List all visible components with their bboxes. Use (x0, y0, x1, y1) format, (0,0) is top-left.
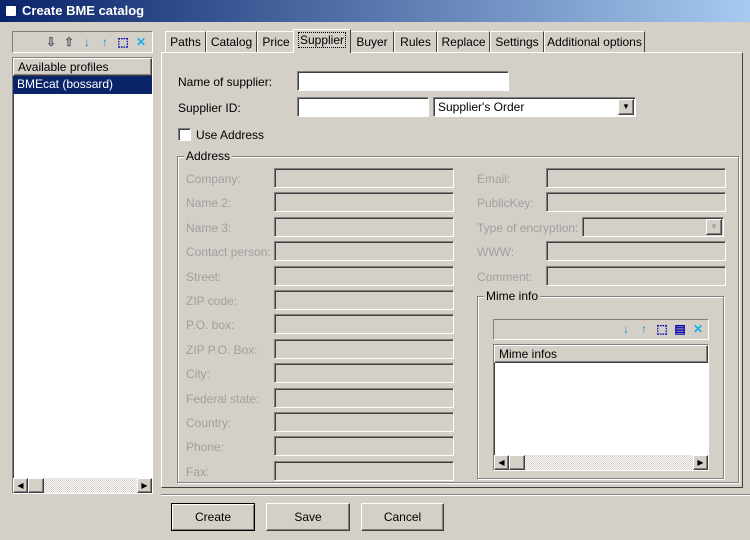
tab-label: Rules (400, 35, 431, 49)
tab-label: Settings (495, 35, 539, 49)
tab-label: Paths (170, 35, 201, 49)
tab-label: Catalog (210, 35, 253, 49)
federal-state-input[interactable] (274, 387, 454, 408)
contact-person-input[interactable] (274, 241, 454, 262)
www-input[interactable] (546, 241, 726, 262)
fax-label: Fax: (186, 464, 210, 479)
profiles-toolbar: ⇩ ⇧ ↓ ↑ ⬚ ✕ (12, 31, 153, 53)
divider (161, 494, 750, 496)
phone-input[interactable] (274, 436, 454, 457)
p-o-box-label: P.O. box: (186, 318, 235, 333)
tab-price[interactable]: Price (257, 31, 295, 52)
tab-label: Buyer (356, 35, 388, 49)
move-down-icon[interactable]: ↓ (78, 33, 96, 51)
publickey-input[interactable] (546, 192, 726, 213)
chevron-down-icon[interactable]: ▼ (618, 99, 634, 115)
address-group-title: Address (184, 149, 233, 163)
export-icon[interactable]: ⇧ (60, 33, 78, 51)
name-2-input[interactable] (274, 192, 454, 213)
import-icon[interactable]: ⇩ (42, 33, 60, 51)
move-up-icon[interactable]: ↑ (635, 320, 653, 338)
list-item[interactable]: BMEcat (bossard) (13, 76, 152, 94)
supplier-id-type-select[interactable]: Supplier's Order ▼ (433, 97, 636, 117)
mime-info-title: Mime info (484, 289, 541, 303)
zip-p-o-box-input[interactable] (274, 338, 454, 359)
tab-paths[interactable]: Paths (165, 31, 206, 52)
create-button[interactable]: Create (171, 503, 255, 531)
email-label: Email: (477, 172, 511, 186)
zip-p-o-box-label: ZIP P.O. Box: (186, 342, 258, 357)
name-3-input[interactable] (274, 216, 454, 237)
tab-additional-options[interactable]: Additional options (544, 31, 645, 52)
selected-value: Supplier's Order (438, 100, 525, 114)
name-of-supplier-label: Name of supplier: (178, 75, 273, 89)
p-o-box-input[interactable] (274, 314, 454, 335)
mime-toolbar: ↓ ↑ ⬚ ▤ ✕ (493, 319, 709, 340)
use-address-label: Use Address (196, 128, 265, 142)
street-label: Street: (186, 269, 222, 284)
name-2-label: Name 2: (186, 196, 232, 211)
tab-label: Replace (441, 35, 486, 49)
delete-icon[interactable]: ✕ (132, 33, 150, 51)
tab-settings[interactable]: Settings (490, 31, 544, 52)
address-group: Address Company: Name 2: Name 3: Contact pe… (177, 149, 739, 483)
country-label: Country: (186, 416, 232, 430)
city-input[interactable] (274, 363, 454, 384)
company-label: Company: (186, 172, 241, 186)
tab-supplier[interactable]: Supplier (293, 29, 351, 53)
mime-info-group: Mime info ↓ ↑ ⬚ ▤ ✕ Mime infos ◀ ▶ (477, 289, 724, 479)
phone-label: Phone: (186, 440, 225, 455)
comment-label: Comment: (477, 269, 533, 284)
name-of-supplier-input[interactable] (297, 71, 509, 91)
mime-list: Mime infos ◀ ▶ (493, 344, 709, 471)
comment-input[interactable] (546, 265, 726, 286)
tab-panel: Name of supplier: Supplier ID: Supplier'… (161, 52, 743, 488)
name-3-label: Name 3: (186, 220, 232, 235)
zip-code-label: ZIP code: (186, 294, 238, 308)
type-of-encryption-select[interactable]: ▼ (582, 216, 724, 237)
window-title: Create BME catalog (22, 3, 145, 18)
tab-label: Additional options (547, 35, 642, 49)
publickey-label: PublicKey: (477, 196, 534, 211)
zip-code-input[interactable] (274, 290, 454, 310)
cancel-button[interactable]: Cancel (361, 503, 444, 531)
city-label: City: (186, 367, 210, 382)
profiles-hscrollbar[interactable]: ◀ ▶ (13, 478, 152, 493)
app-icon (4, 4, 18, 18)
federal-state-label: Federal state: (186, 391, 260, 406)
email-input[interactable] (546, 168, 726, 188)
supplier-id-label: Supplier ID: (178, 101, 241, 115)
tab-label: Supplier (297, 32, 347, 48)
contact-person-label: Contact person: (186, 245, 271, 260)
mime-infos-header[interactable]: Mime infos (494, 345, 708, 363)
move-up-icon[interactable]: ↑ (96, 33, 114, 51)
company-input[interactable] (274, 168, 454, 188)
fax-input[interactable] (274, 460, 454, 481)
street-input[interactable] (274, 265, 454, 286)
profiles-list: Available profiles BMEcat (bossard) ◀ ▶ (12, 57, 153, 494)
mime-hscrollbar[interactable]: ◀ ▶ (494, 455, 708, 470)
tab-catalog[interactable]: Catalog (206, 31, 257, 52)
chevron-down-icon[interactable]: ▼ (706, 218, 722, 235)
type-of-encryption-label: Type of encryption: (477, 220, 579, 235)
delete-icon[interactable]: ✕ (689, 320, 707, 338)
tab-buyer[interactable]: Buyer (350, 31, 394, 52)
tab-rules[interactable]: Rules (394, 31, 437, 52)
use-address-checkbox[interactable] (178, 128, 191, 141)
title-bar: Create BME catalog (0, 0, 750, 22)
new-icon[interactable]: ⬚ (653, 320, 671, 338)
www-label: WWW: (477, 245, 515, 260)
new-icon[interactable]: ⬚ (114, 33, 132, 51)
tab-replace[interactable]: Replace (437, 31, 490, 52)
supplier-id-input[interactable] (297, 97, 429, 117)
move-down-icon[interactable]: ↓ (617, 320, 635, 338)
new-copy-icon[interactable]: ▤ (671, 320, 689, 338)
country-input[interactable] (274, 412, 454, 432)
tab-label: Price (262, 35, 290, 49)
profiles-header[interactable]: Available profiles (13, 58, 152, 76)
save-button[interactable]: Save (266, 503, 350, 531)
